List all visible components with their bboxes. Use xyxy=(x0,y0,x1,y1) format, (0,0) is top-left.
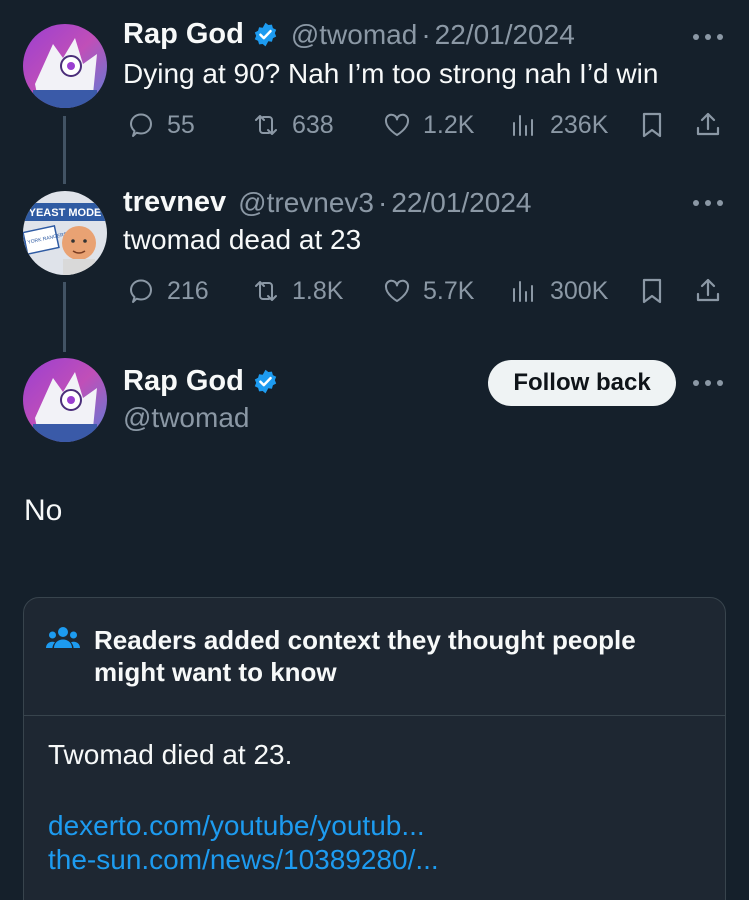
share-icon xyxy=(696,112,720,136)
tweet-text: Dying at 90? Nah I’m too strong nah I’d … xyxy=(123,58,659,89)
reply-icon xyxy=(130,113,152,137)
thread-connector-line xyxy=(63,282,66,352)
reply-button[interactable]: 55 xyxy=(125,109,195,141)
tweet-header: trevnev @trevnev3 · 22/01/2024 xyxy=(123,186,531,219)
tweet-text: twomad dead at 23 xyxy=(123,224,362,255)
analytics-icon xyxy=(513,281,533,302)
views-button[interactable]: 236K xyxy=(508,109,608,141)
tweet-date[interactable]: 22/01/2024 xyxy=(391,187,531,219)
note-title: Readers added context they thought peopl… xyxy=(94,625,636,687)
bookmark-button[interactable] xyxy=(636,275,668,312)
avatar[interactable] xyxy=(23,358,107,442)
verified-badge-icon xyxy=(254,22,277,47)
share-button[interactable] xyxy=(692,109,724,146)
tweet-header: Rap God @twomad · 22/01/2024 xyxy=(123,18,575,51)
tweet-text: No xyxy=(24,494,63,527)
bookmark-button[interactable] xyxy=(636,109,668,146)
display-name[interactable]: Rap God xyxy=(123,18,244,51)
separator-dot: · xyxy=(378,186,388,218)
community-note: Readers added context they thought peopl… xyxy=(23,597,726,900)
repost-count: 638 xyxy=(292,110,334,139)
reply-count: 216 xyxy=(167,276,209,305)
heart-icon xyxy=(384,113,410,136)
view-count: 300K xyxy=(550,276,609,305)
like-button[interactable]: 5.7K xyxy=(381,275,474,307)
views-button[interactable]: 300K xyxy=(508,275,608,307)
repost-button[interactable]: 638 xyxy=(250,109,334,141)
people-icon xyxy=(46,627,80,648)
more-options-icon[interactable] xyxy=(693,198,723,208)
thread-connector-line xyxy=(63,116,66,184)
divider xyxy=(24,715,725,716)
more-options-icon[interactable] xyxy=(693,378,723,388)
note-source-link[interactable]: dexerto.com/youtube/youtub... xyxy=(48,810,425,842)
repost-count: 1.8K xyxy=(292,276,344,305)
user-handle[interactable]: @trevnev3 xyxy=(238,187,374,219)
repost-icon xyxy=(255,115,277,135)
like-button[interactable]: 1.2K xyxy=(381,109,474,141)
note-header: Readers added context they thought peopl… xyxy=(24,598,725,715)
repost-icon xyxy=(255,281,277,301)
reply-icon xyxy=(130,279,152,303)
bookmark-icon xyxy=(642,278,662,304)
repost-button[interactable]: 1.8K xyxy=(250,275,343,307)
tweet-date[interactable]: 22/01/2024 xyxy=(435,19,575,51)
avatar-text: YEAST MODE xyxy=(29,207,102,219)
more-options-icon[interactable] xyxy=(693,32,723,42)
note-source-link[interactable]: the-sun.com/news/10389280/... xyxy=(48,844,439,876)
view-count: 236K xyxy=(550,110,609,139)
heart-icon xyxy=(384,279,410,302)
display-name[interactable]: trevnev xyxy=(123,186,226,219)
reply-count: 55 xyxy=(167,110,195,139)
user-handle[interactable]: @twomad xyxy=(123,402,249,434)
bookmark-icon xyxy=(642,112,662,138)
analytics-icon xyxy=(513,115,533,136)
share-icon xyxy=(696,278,720,302)
share-button[interactable] xyxy=(692,275,724,312)
verified-badge-icon xyxy=(254,369,277,394)
note-body: Twomad died at 23. xyxy=(48,739,293,770)
user-handle[interactable]: @twomad xyxy=(291,19,417,51)
follow-back-button[interactable]: Follow back xyxy=(488,360,676,406)
avatar[interactable]: YEAST MODE NEW YORK RANGERS xyxy=(23,191,107,275)
like-count: 1.2K xyxy=(423,110,475,139)
reply-button[interactable]: 216 xyxy=(125,275,209,307)
author-name-row: Rap God xyxy=(123,365,279,398)
separator-dot: · xyxy=(421,18,431,50)
like-count: 5.7K xyxy=(423,276,475,305)
avatar[interactable] xyxy=(23,24,107,108)
display-name[interactable]: Rap God xyxy=(123,365,244,398)
